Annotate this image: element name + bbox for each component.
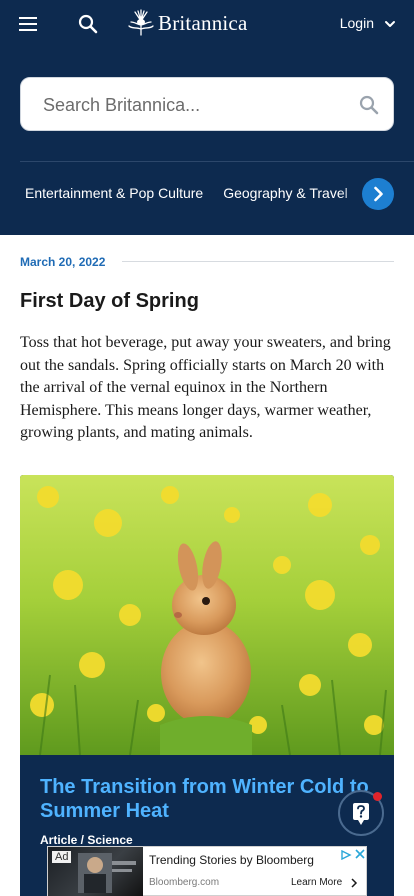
category-geography[interactable]: Geography & Travel	[223, 185, 348, 201]
card-title[interactable]: The Transition from Winter Cold to Summe…	[40, 775, 380, 823]
category-entertainment[interactable]: Entertainment & Pop Culture	[25, 185, 203, 201]
card-image	[20, 475, 394, 755]
ad-learn-more[interactable]: Learn More	[291, 877, 342, 888]
ad-banner[interactable]: Ad Trending Stories by Bloomberg Bloombe…	[47, 846, 367, 896]
category-nav: Entertainment & Pop Culture Geography & T…	[25, 185, 368, 201]
logo-text: Britannica	[158, 10, 248, 35]
search-box	[20, 77, 394, 131]
ad-headline[interactable]: Trending Stories by Bloomberg	[149, 853, 314, 867]
close-icon[interactable]	[355, 849, 365, 859]
article-title: First Day of Spring	[20, 290, 199, 312]
search-submit-icon[interactable]	[357, 93, 381, 117]
category-next-button[interactable]	[362, 178, 394, 210]
chevron-right-icon	[351, 878, 358, 888]
menu-icon[interactable]	[16, 13, 40, 35]
notification-dot	[373, 792, 382, 801]
ad-image: Ad	[48, 847, 143, 896]
search-icon[interactable]	[76, 12, 100, 36]
britannica-logo[interactable]: Britannica	[126, 8, 247, 38]
article-body: Toss that hot beverage, put away your sw…	[20, 334, 391, 442]
thistle-logo-icon	[128, 9, 154, 36]
date-divider	[122, 261, 394, 262]
ad-choices-icon[interactable]	[340, 850, 352, 860]
search-band: Entertainment & Pop Culture Geography & T…	[0, 47, 414, 235]
article-date: March 20, 2022	[20, 255, 106, 269]
login-button[interactable]: Login	[340, 15, 374, 31]
chevron-down-icon[interactable]	[383, 17, 397, 31]
chevron-right-icon	[374, 186, 383, 202]
card-meta: Article / Science	[40, 833, 133, 847]
article-card[interactable]: The Transition from Winter Cold to Summe…	[20, 475, 394, 896]
top-bar: Britannica Login	[0, 0, 414, 47]
ad-source: Bloomberg.com	[149, 877, 220, 888]
search-input[interactable]	[43, 90, 343, 120]
band-divider	[20, 161, 414, 162]
ad-badge: Ad	[52, 851, 72, 863]
